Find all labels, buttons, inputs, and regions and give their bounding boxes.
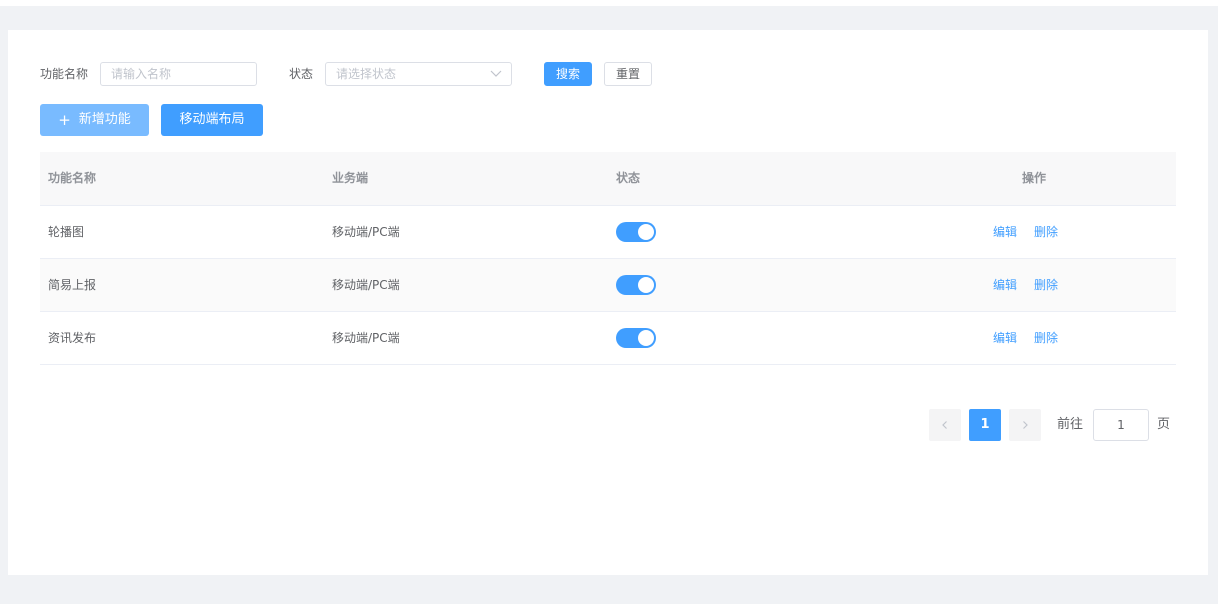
row-platform: 移动端/PC端 — [332, 278, 400, 292]
name-input[interactable] — [100, 62, 257, 86]
status-label: 状态 — [289, 67, 314, 81]
next-page-button[interactable] — [1009, 409, 1041, 441]
column-header-status: 状态 — [616, 171, 641, 185]
reset-button[interactable]: 重置 — [604, 62, 652, 86]
search-button[interactable]: 搜索 — [544, 62, 592, 86]
add-function-button[interactable]: + 新增功能 — [40, 104, 149, 136]
switch-knob — [638, 330, 654, 346]
goto-page-input[interactable] — [1093, 409, 1149, 441]
delete-link[interactable]: 删除 — [1034, 259, 1058, 311]
status-select-input[interactable] — [325, 62, 512, 86]
row-platform: 移动端/PC端 — [332, 225, 400, 239]
top-strip — [0, 0, 1218, 6]
prev-page-button[interactable] — [929, 409, 961, 441]
status-switch[interactable] — [616, 275, 656, 295]
name-label: 功能名称 — [40, 67, 89, 81]
page-number-active[interactable]: 1 — [969, 409, 1001, 441]
column-header-actions: 操作 — [1022, 171, 1047, 185]
delete-link[interactable]: 删除 — [1034, 312, 1058, 364]
edit-link[interactable]: 编辑 — [993, 312, 1017, 364]
row-platform: 移动端/PC端 — [332, 331, 400, 345]
status-switch[interactable] — [616, 222, 656, 242]
main-card: 功能名称 状态 搜索 重置 + 新增功能 移动端布局 功能名称 业务端 状态 操作… — [8, 30, 1208, 575]
status-switch[interactable] — [616, 328, 656, 348]
page-suffix: 页 — [1157, 417, 1171, 432]
column-header-name: 功能名称 — [48, 171, 97, 185]
row-name: 轮播图 — [48, 225, 85, 239]
row-name: 资讯发布 — [48, 331, 97, 345]
chevron-down-icon — [490, 70, 502, 77]
table-row: 资讯发布 移动端/PC端 编辑 删除 — [40, 312, 1176, 365]
chevron-left-icon — [942, 421, 947, 429]
switch-knob — [638, 224, 654, 240]
mobile-layout-button[interactable]: 移动端布局 — [161, 104, 263, 136]
add-function-label: 新增功能 — [78, 112, 131, 127]
edit-link[interactable]: 编辑 — [993, 206, 1017, 258]
column-header-platform: 业务端 — [332, 171, 369, 185]
edit-link[interactable]: 编辑 — [993, 259, 1017, 311]
table-row: 轮播图 移动端/PC端 编辑 删除 — [40, 206, 1176, 259]
row-name: 简易上报 — [48, 278, 97, 292]
status-select[interactable] — [325, 62, 512, 86]
table-row: 简易上报 移动端/PC端 编辑 删除 — [40, 259, 1176, 312]
table-header: 功能名称 业务端 状态 操作 — [40, 152, 1176, 206]
chevron-right-icon — [1023, 421, 1028, 429]
goto-label: 前往 — [1057, 417, 1084, 432]
delete-link[interactable]: 删除 — [1034, 206, 1058, 258]
plus-icon: + — [58, 111, 71, 129]
switch-knob — [638, 277, 654, 293]
function-table: 功能名称 业务端 状态 操作 轮播图 移动端/PC端 编辑 删除 简易上报 移动… — [40, 152, 1176, 365]
